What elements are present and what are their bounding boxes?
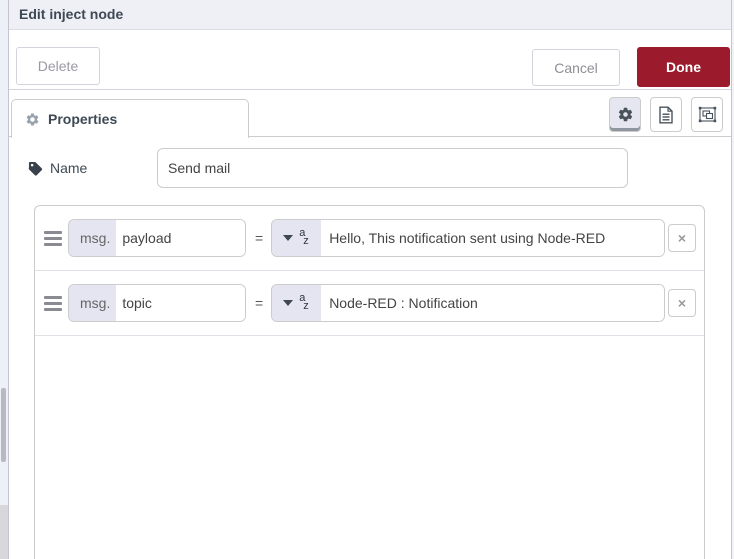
background-scrollbar-thumb[interactable] [1,388,6,462]
edit-tray: Edit inject node Delete Cancel Done Prop… [9,0,734,559]
drag-handle-icon[interactable] [44,230,62,246]
property-name-input-group: msg. [68,219,246,257]
document-icon [658,106,674,124]
string-type-icon: a z [299,292,309,312]
properties-gear-button[interactable] [609,97,641,132]
edit-inject-node-dialog: Edit inject node Delete Cancel Done Prop… [0,0,734,559]
object-group-icon [698,106,717,123]
done-button[interactable]: Done [637,47,730,87]
tray-toolbar: Delete Cancel Done [9,31,731,90]
remove-row-button[interactable]: × [668,224,696,252]
description-doc-button[interactable] [650,97,682,132]
dialog-title: Edit inject node [9,0,731,30]
type-select-button[interactable]: a z [272,285,322,321]
appearance-button[interactable] [691,97,723,132]
string-type-icon: a z [299,227,309,247]
editor-tab-bar: Properties [9,90,731,138]
remove-row-button[interactable]: × [668,289,696,317]
type-select-button[interactable]: a z [272,220,322,256]
name-label-text: Name [50,160,88,176]
inject-properties-list: msg. = a z × [34,205,705,559]
typed-input-group: a z [271,284,666,322]
chevron-down-icon [283,300,294,306]
cancel-button[interactable]: Cancel [532,49,620,86]
properties-form: Name msg. = a [9,138,731,559]
gear-icon [617,106,634,123]
tab-properties[interactable]: Properties [11,99,249,138]
tab-properties-label: Properties [48,111,118,127]
property-name-input-group: msg. [68,284,246,322]
property-key-input[interactable] [116,220,245,256]
editor-background-strip [0,0,9,559]
property-value-input[interactable] [321,220,665,256]
typed-input-group: a z [271,219,666,257]
msg-prefix: msg. [69,285,117,321]
background-footer-block [0,505,8,559]
gear-icon [25,112,40,127]
property-row-payload: msg. = a z × [35,206,704,271]
chevron-down-icon [283,235,294,241]
equals-sign: = [255,230,264,246]
property-value-input[interactable] [321,285,665,321]
tag-icon [28,161,43,176]
tab-icon-buttons [609,97,723,132]
property-key-input[interactable] [116,285,245,321]
name-field-label: Name [28,160,87,176]
equals-sign: = [255,295,264,311]
drag-handle-icon[interactable] [44,295,62,311]
msg-prefix: msg. [69,220,117,256]
name-input[interactable] [157,148,628,188]
delete-button[interactable]: Delete [16,47,100,85]
property-row-topic: msg. = a z × [35,271,704,336]
